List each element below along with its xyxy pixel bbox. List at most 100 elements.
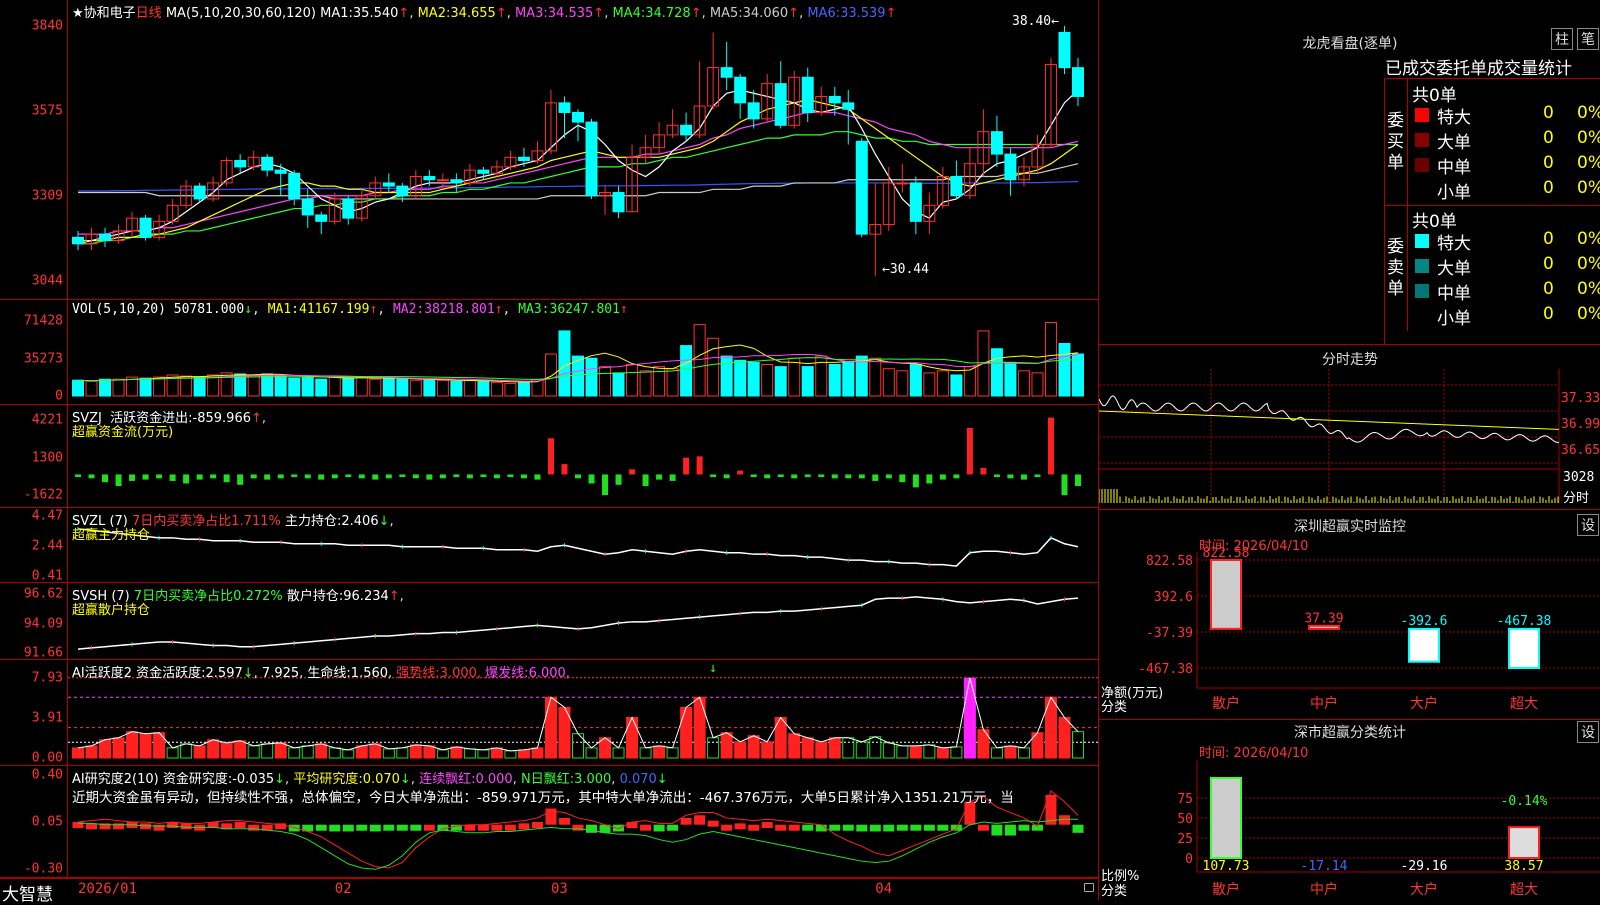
svzl-sub: 超赢主力持仓 — [72, 528, 151, 543]
volume-bar — [409, 379, 422, 397]
volume-bar — [599, 366, 612, 397]
flow-bar — [466, 474, 473, 479]
bar-view-button[interactable]: 柱 — [1551, 28, 1573, 50]
volume-bar — [1017, 370, 1030, 397]
ai2-text: 近期大资金虽有异动，但持续性不强，总体偏空，今日大单净流出：-859.971万元… — [72, 790, 1014, 806]
kline-ytick: 3044 — [31, 273, 63, 289]
ai1-value1: 2.597 — [205, 666, 243, 681]
vol-ma2-value: 38218.801 — [424, 302, 495, 317]
volume-bar — [612, 372, 625, 397]
flow-bar — [1034, 474, 1041, 478]
activity-bar — [882, 742, 895, 759]
sell-block: 委卖单 共0单 特大00%大单00%中单00%小单00% — [1385, 205, 1600, 331]
candle — [1004, 153, 1017, 181]
ma3-value: 34.535 — [547, 6, 594, 21]
vol-panel[interactable]: 71428 35273 0 VOL(5,10,20) 50781.000↓, MA1… — [0, 300, 1098, 405]
dragon-subtitle: 已成交委托单成交量统计 — [1385, 59, 1572, 79]
activity-bar — [1072, 731, 1084, 759]
flow-bar — [399, 474, 406, 478]
ma6-label: MA6: — [807, 6, 841, 21]
kline-ytick: 3575 — [31, 103, 63, 119]
ai2-panel[interactable]: 0.40 0.05 -0.30 AI研究度2(10) 资金研究度:-0.035↓, … — [0, 766, 1098, 878]
dragon-table: 委买单 共0单 特大00%大单00%中单00%小单00% 委卖单 共0单 特大0… — [1384, 78, 1600, 344]
flow-bar — [372, 474, 379, 480]
volume-bar — [950, 374, 963, 397]
svzj-panel[interactable]: 4221 1300 -1622 SVZJ 活跃资金进出:-859.966↑, 超赢资… — [0, 405, 1098, 508]
flow-bar — [872, 474, 879, 481]
tick-view-button[interactable]: 笔 — [1577, 28, 1599, 50]
category-label: 散户 — [1212, 881, 1240, 898]
svzl-panel[interactable]: 4.47 2.44 0.41 SVZL (7) 7日内买卖净占比1.711% 主力持… — [0, 508, 1098, 584]
volume-bar — [328, 376, 341, 397]
volume-bar — [355, 376, 368, 397]
activity-bar — [720, 732, 733, 759]
research-bar — [923, 824, 935, 831]
flow-bar — [345, 474, 352, 478]
lock-icon[interactable] — [1084, 883, 1094, 892]
flow-bar — [980, 467, 987, 475]
svsh-y-axis: 96.62 94.09 91.66 — [0, 583, 68, 661]
activity-bar — [193, 745, 206, 759]
svsh-value: 96.234 — [343, 589, 389, 604]
svzj-sub: 超赢资金流(万元) — [72, 425, 174, 440]
ai1-value4: 3.000 — [439, 666, 477, 681]
vol-y-axis: 71428 35273 0 — [0, 300, 68, 404]
research-bar — [977, 824, 989, 831]
order-row: 特大 0 0% — [1407, 229, 1600, 254]
main-hold-line — [77, 528, 1079, 567]
volume-bar — [963, 366, 976, 397]
order-label: 小单 — [1437, 309, 1471, 329]
svsh-panel[interactable]: 96.62 94.09 91.66 SVSH (7) 7日内买卖净占比0.272% … — [0, 583, 1098, 661]
order-row: 大单 0 0% — [1407, 254, 1600, 279]
flow-bar — [750, 474, 757, 478]
activity-bar — [517, 749, 530, 759]
svsh-label1: 7日内买卖净占比0.272% — [133, 589, 283, 604]
activity-bar — [693, 696, 706, 759]
ma4-value: 34.728 — [645, 6, 691, 21]
order-value: 0 — [1543, 304, 1554, 324]
category-label: 大户 — [1410, 881, 1438, 898]
research-bar — [815, 824, 827, 832]
ratio-value-label: 107.73 — [1203, 859, 1250, 874]
kline-plot[interactable] — [68, 0, 1098, 299]
activity-bar — [963, 677, 976, 759]
kline-panel[interactable]: 3840 3575 3309 3044 ★协和电子日线 MA(5,10,20,30,6… — [0, 0, 1098, 300]
activity-bar — [382, 748, 395, 759]
net-bar — [1408, 627, 1440, 663]
activity-bar — [936, 747, 949, 759]
flow-bar — [250, 474, 257, 479]
ai2-title: AI研究度2(10) — [72, 772, 159, 787]
research-bar — [234, 822, 246, 828]
ai1-panel[interactable]: 7.93 3.91 0.00 ↓ AI活跃度2 资金活跃度:2.597↓, 7.92… — [0, 660, 1098, 766]
classify-chart: 75 50 25 0 107.73 散户 -17.14 中户 -29.16 大户 38.57 超大 -0… — [1177, 760, 1600, 898]
order-row: 大单 0 0% — [1407, 128, 1600, 153]
ai2-ytick: 0.05 — [31, 814, 63, 830]
flow-bar — [75, 474, 81, 478]
classify-section[interactable]: 深市超赢分类统计 设 时间: 2026/04/10 75 50 25 0 107.73 散… — [1099, 720, 1600, 900]
period-label[interactable]: 日线 — [136, 6, 162, 21]
order-pct: 0% — [1577, 304, 1600, 324]
ai1-label5: 爆发线: — [485, 666, 529, 681]
flow-bar — [1047, 417, 1054, 475]
candle — [382, 182, 395, 187]
order-row: 特大 0 0% — [1407, 103, 1600, 128]
flow-bar — [439, 474, 446, 479]
activity-bar — [166, 747, 179, 759]
volume-bar — [639, 370, 652, 397]
research-bar — [842, 824, 854, 831]
activity-bar — [477, 749, 490, 759]
net-value-label: -392.6 — [1401, 614, 1448, 629]
activity-bar — [666, 747, 679, 759]
activity-bar — [463, 748, 476, 759]
candle — [139, 217, 152, 238]
activity-bar — [815, 741, 828, 759]
activity-bar — [274, 742, 287, 759]
ai1-header: AI活跃度2 资金活跃度:2.597↓, 7.925, 生命线:1.560, 强… — [72, 666, 570, 681]
research-bar — [491, 824, 503, 831]
activity-bar — [450, 746, 463, 759]
flow-bar — [183, 474, 190, 484]
flow-bar — [791, 474, 798, 479]
monitor-section[interactable]: 深圳超赢实时监控 设 时间: 2026/04/10 822.58 392.6 -37… — [1099, 510, 1600, 720]
research-bar — [856, 824, 868, 832]
intraday-section[interactable]: 分时走势 37.33 36.99 36.65 3028 分时 — [1099, 345, 1600, 510]
